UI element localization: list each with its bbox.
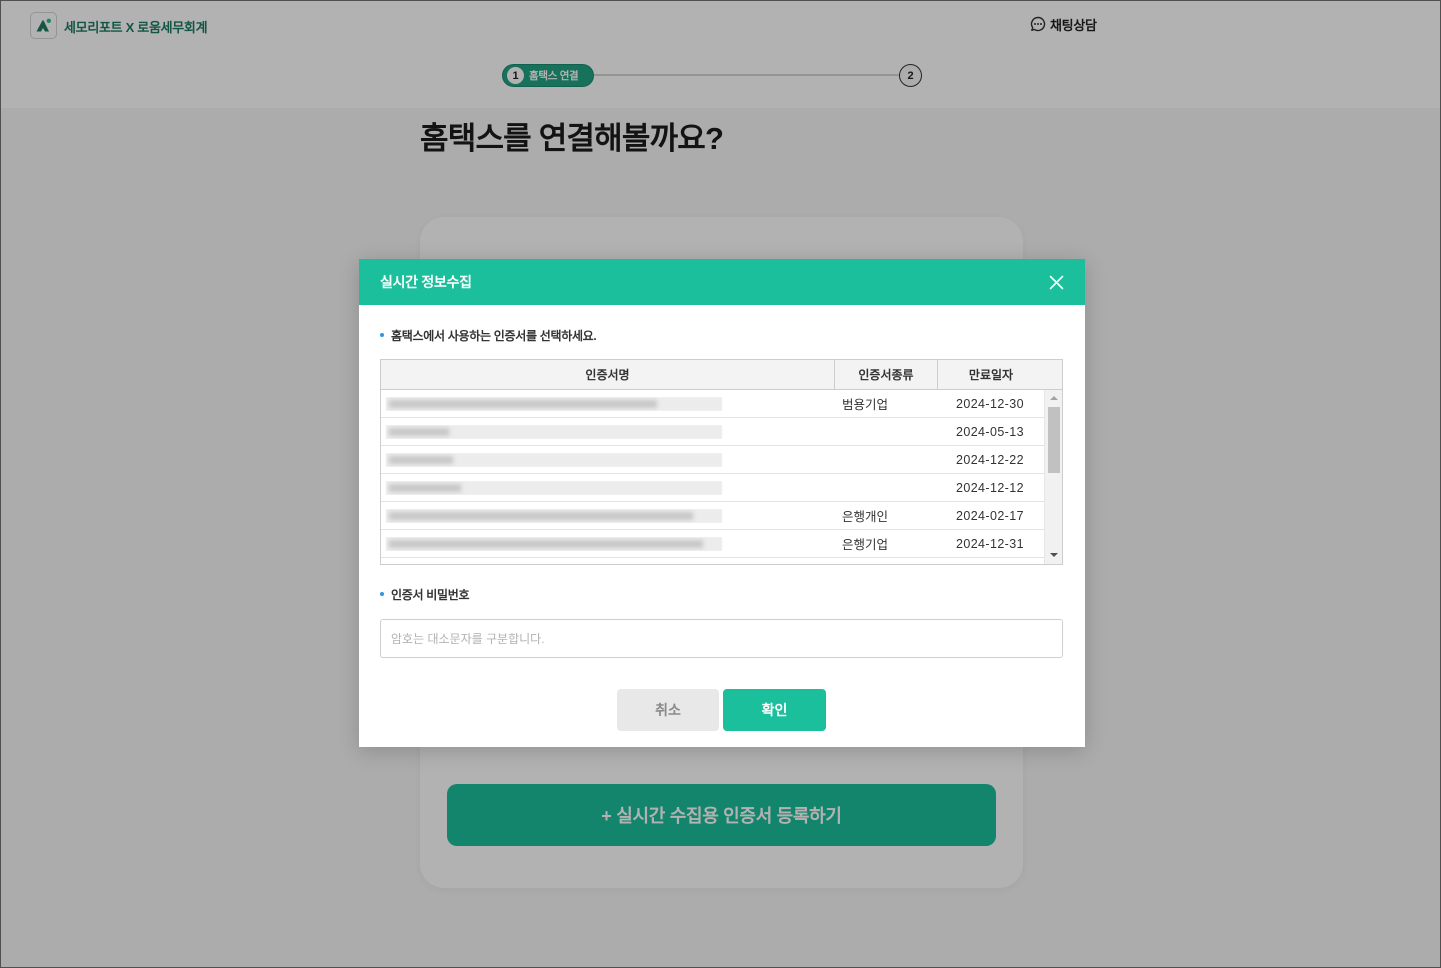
cert-select-instruction: 홈택스에서 사용하는 인증서를 선택하세요. xyxy=(380,328,597,343)
cert-expiry: 2024-02-17 xyxy=(956,508,1024,523)
scrollbar-thumb[interactable] xyxy=(1048,407,1060,473)
scroll-up-arrow-icon[interactable] xyxy=(1050,396,1058,400)
cert-name-cell xyxy=(381,452,835,467)
cert-type: 은행기업 xyxy=(842,538,889,552)
table-header: 인증서명 인증서종류 만료일자 xyxy=(381,360,1062,390)
cert-name-cell xyxy=(381,536,835,551)
redacted-cert-name xyxy=(386,396,722,411)
cert-password-label-text: 인증서 비밀번호 xyxy=(391,587,470,602)
cert-password-input[interactable] xyxy=(380,619,1063,658)
cert-expiry: 2024-12-31 xyxy=(956,536,1024,551)
redacted-cert-name xyxy=(386,508,722,523)
table-row[interactable]: 은행개인 2024-02-17 xyxy=(381,502,1044,530)
app-screen: 세모리포트 X 로움세무회계 채팅상담 1 홈택스 연결 2 홈택스를 연결해볼… xyxy=(0,0,1441,968)
scroll-down-arrow-icon[interactable] xyxy=(1050,553,1058,557)
cert-name-cell xyxy=(381,396,835,411)
redacted-cert-name xyxy=(386,424,722,439)
cert-type: 은행개인 xyxy=(842,510,889,524)
cancel-button[interactable]: 취소 xyxy=(617,689,719,731)
table-row[interactable]: 2024-12-12 xyxy=(381,474,1044,502)
cert-type: 범용기업 xyxy=(842,398,889,412)
table-row[interactable]: 은행기업 2024-12-31 xyxy=(381,530,1044,558)
cert-select-instruction-text: 홈택스에서 사용하는 인증서를 선택하세요. xyxy=(391,328,597,343)
column-header-cert-name: 인증서명 xyxy=(381,360,835,389)
cert-password-label: 인증서 비밀번호 xyxy=(380,587,470,602)
cert-name-cell xyxy=(381,424,835,439)
close-icon xyxy=(1049,275,1064,290)
redacted-cert-name xyxy=(386,536,722,551)
cert-expiry: 2024-12-30 xyxy=(956,396,1024,411)
cert-name-cell xyxy=(381,508,835,523)
modal-title: 실시간 정보수집 xyxy=(380,274,472,290)
column-header-cert-type: 인증서종류 xyxy=(835,360,938,389)
table-row[interactable]: 범용기업 2024-12-30 xyxy=(381,390,1044,418)
table-body: 범용기업 2024-12-30 2024-05-13 2024-12-22 20 xyxy=(381,390,1044,564)
cert-expiry: 2024-12-12 xyxy=(956,480,1024,495)
realtime-collection-modal: 실시간 정보수집 홈택스에서 사용하는 인증서를 선택하세요. 인증서명 인증서… xyxy=(359,259,1085,747)
modal-header: 실시간 정보수집 xyxy=(359,259,1085,305)
cert-name-cell xyxy=(381,480,835,495)
column-header-spacer xyxy=(1044,360,1062,389)
cert-expiry: 2024-05-13 xyxy=(956,424,1024,439)
table-row[interactable]: 2024-05-13 xyxy=(381,418,1044,446)
cert-expiry: 2024-12-22 xyxy=(956,452,1024,467)
redacted-cert-name xyxy=(386,452,722,467)
confirm-button[interactable]: 확인 xyxy=(723,689,826,731)
table-row[interactable]: 2024-12-22 xyxy=(381,446,1044,474)
redacted-cert-name xyxy=(386,480,722,495)
modal-close-button[interactable] xyxy=(1049,275,1064,290)
column-header-expiry: 만료일자 xyxy=(968,368,1014,382)
certificate-table: 인증서명 인증서종류 만료일자 범용기업 2024-12-30 2024-05-… xyxy=(380,359,1063,565)
table-scrollbar[interactable] xyxy=(1044,390,1062,564)
bullet xyxy=(380,333,384,337)
bullet xyxy=(380,592,384,596)
